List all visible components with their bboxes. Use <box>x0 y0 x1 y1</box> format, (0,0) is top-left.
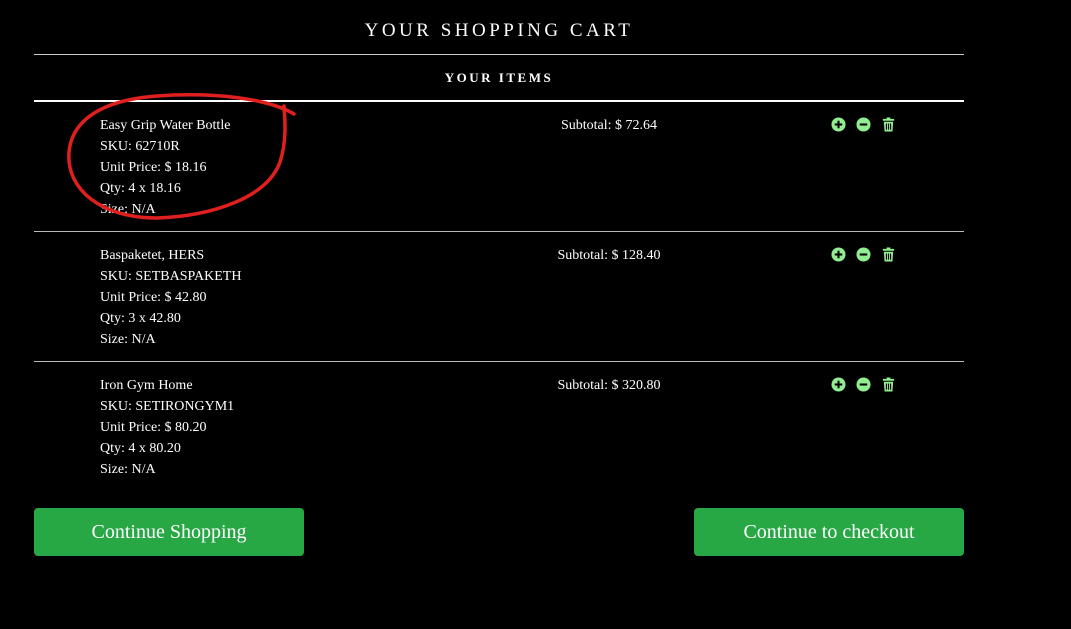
item-actions <box>831 247 896 262</box>
item-unit-price: Unit Price: $ 80.20 <box>100 420 207 435</box>
item-qty: Qty: 3 x 42.80 <box>100 311 181 326</box>
item-details: Easy Grip Water Bottle SKU: 62710R Unit … <box>100 115 230 220</box>
trash-icon[interactable] <box>881 377 896 392</box>
plus-circle-icon[interactable] <box>831 117 846 132</box>
minus-circle-icon[interactable] <box>856 377 871 392</box>
item-actions <box>831 117 896 132</box>
item-name: Easy Grip Water Bottle <box>100 118 231 133</box>
item-size: Size: N/A <box>100 332 156 347</box>
page-title: YOUR SHOPPING CART <box>34 0 964 55</box>
item-sku: SKU: SETBASPAKETH <box>100 269 242 284</box>
items-heading: YOUR ITEMS <box>34 55 964 102</box>
continue-shopping-button[interactable]: Continue Shopping <box>34 508 304 556</box>
item-details: Iron Gym Home SKU: SETIRONGYM1 Unit Pric… <box>100 375 234 480</box>
checkout-button[interactable]: Continue to checkout <box>694 508 964 556</box>
cart-item: Iron Gym Home SKU: SETIRONGYM1 Unit Pric… <box>34 362 964 492</box>
shopping-cart: YOUR SHOPPING CART YOUR ITEMS Easy Grip … <box>34 0 964 492</box>
cart-item: Easy Grip Water Bottle SKU: 62710R Unit … <box>34 102 964 232</box>
item-sku: SKU: SETIRONGYM1 <box>100 399 235 414</box>
minus-circle-icon[interactable] <box>856 117 871 132</box>
item-name: Baspaketet, HERS <box>100 248 205 263</box>
item-subtotal: Subtotal: $ 320.80 <box>557 378 661 393</box>
plus-circle-icon[interactable] <box>831 247 846 262</box>
item-name: Iron Gym Home <box>100 378 193 393</box>
trash-icon[interactable] <box>881 247 896 262</box>
minus-circle-icon[interactable] <box>856 247 871 262</box>
plus-circle-icon[interactable] <box>831 377 846 392</box>
cart-item: Baspaketet, HERS SKU: SETBASPAKETH Unit … <box>34 232 964 362</box>
item-details: Baspaketet, HERS SKU: SETBASPAKETH Unit … <box>100 245 241 350</box>
item-subtotal: Subtotal: $ 72.64 <box>560 118 658 133</box>
item-qty: Qty: 4 x 80.20 <box>100 441 181 456</box>
item-subtotal: Subtotal: $ 128.40 <box>557 248 661 263</box>
item-unit-price: Unit Price: $ 18.16 <box>100 160 207 175</box>
trash-icon[interactable] <box>881 117 896 132</box>
item-unit-price: Unit Price: $ 42.80 <box>100 290 207 305</box>
item-qty: Qty: 4 x 18.16 <box>100 181 181 196</box>
item-size: Size: N/A <box>100 202 156 217</box>
item-actions <box>831 377 896 392</box>
item-sku: SKU: 62710R <box>100 139 180 154</box>
item-size: Size: N/A <box>100 462 156 477</box>
